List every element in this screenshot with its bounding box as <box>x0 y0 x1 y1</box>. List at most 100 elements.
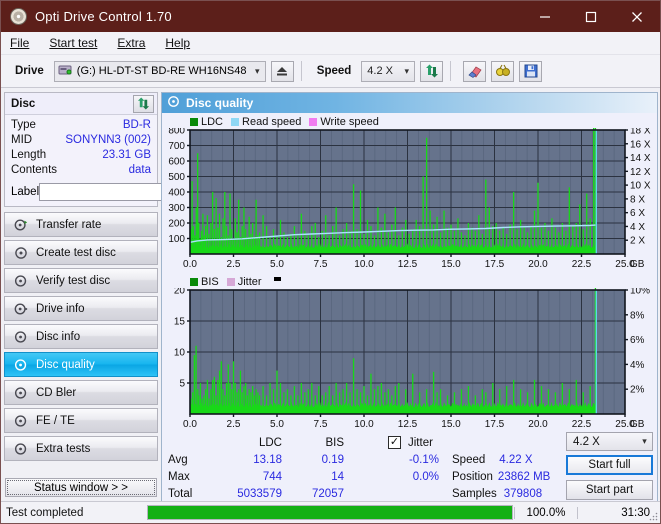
stats-col-bis: BIS <box>325 436 344 449</box>
stats-position-label: Position <box>452 470 493 483</box>
save-button[interactable] <box>519 60 543 82</box>
disc-type-label: Type <box>11 119 36 131</box>
legend-cursor-marker <box>273 276 281 281</box>
progress-fill <box>148 506 512 519</box>
sidebar-item-verify-test-disc[interactable]: Verify test disc <box>4 268 158 293</box>
chevron-down-icon[interactable]: ▾ <box>637 436 652 447</box>
sidebar-item-extra-tests[interactable]: Extra tests <box>4 436 158 461</box>
start-part-button[interactable]: Start part <box>566 480 653 500</box>
refresh-button[interactable] <box>420 60 444 82</box>
svg-text:4 X: 4 X <box>630 222 645 233</box>
menu-extra-label: Extra <box>117 36 146 50</box>
legend-item-bis: BIS <box>190 276 219 288</box>
svg-text:2.5: 2.5 <box>227 259 241 270</box>
sidebar-item-disc-info[interactable]: Disc info <box>4 324 158 349</box>
legend-label-jitter: Jitter <box>237 275 262 288</box>
menu-item-help[interactable]: Help <box>165 36 190 50</box>
legend-item-ldc: LDC <box>190 116 223 128</box>
stats-avg-bis: 0.19 <box>321 453 344 466</box>
disc-info-icon <box>11 302 31 316</box>
title-bar: Opti Drive Control 1.70 <box>1 1 660 32</box>
sidebar-item-create-test-disc[interactable]: Create test disc <box>4 240 158 265</box>
disc-contents-label: Contents <box>11 164 58 176</box>
bis-chart-legend: BIS Jitter <box>162 275 657 288</box>
disc-refresh-button[interactable] <box>133 94 154 113</box>
drive-value: (G:) HL-DT-ST BD-RE WH16NS48 1.D3 <box>76 65 250 77</box>
svg-text:15.0: 15.0 <box>441 259 461 270</box>
status-window-button[interactable]: Status window > > <box>5 478 157 497</box>
glasses-button[interactable] <box>491 60 515 82</box>
drive-select[interactable]: (G:) HL-DT-ST BD-RE WH16NS48 1.D3 ▾ <box>53 60 266 82</box>
sidebar-item-transfer-rate[interactable]: Transfer rate <box>4 212 158 237</box>
svg-text:800: 800 <box>168 128 185 137</box>
menu-file-label: File <box>10 36 30 50</box>
disc-length-label: Length <box>11 149 47 161</box>
svg-text:2%: 2% <box>630 385 645 396</box>
disc-panel-title: Disc <box>11 97 36 110</box>
svg-text:300: 300 <box>168 203 185 214</box>
start-full-button[interactable]: Start full <box>566 455 653 475</box>
nav-list: Transfer rate Create test disc Verify te… <box>4 212 158 461</box>
menu-start-test-label: Start test <box>49 36 98 50</box>
svg-text:22.5: 22.5 <box>572 259 592 270</box>
menu-item-file[interactable]: File <box>10 36 29 50</box>
test-speed-select[interactable]: 4.2 X ▾ <box>566 432 653 451</box>
disc-type-value: BD-R <box>122 119 151 131</box>
disc-info2-icon <box>11 330 31 344</box>
drive-icon <box>58 63 73 80</box>
svg-text:5.0: 5.0 <box>270 259 284 270</box>
svg-text:16 X: 16 X <box>630 139 651 150</box>
legend-item-read-speed: Read speed <box>231 116 301 128</box>
legend-swatch-ldc <box>190 117 198 126</box>
eject-button[interactable] <box>270 60 294 82</box>
svg-text:100: 100 <box>168 234 185 245</box>
svg-text:15: 15 <box>174 317 186 328</box>
menu-item-start-test[interactable]: Start test <box>49 36 97 50</box>
eraser-button[interactable] <box>463 60 487 82</box>
status-bar: Test completed 100.0% 31:30 <box>1 501 660 523</box>
disc-quality-panel: Disc quality LDC Read speed Write speed … <box>161 92 658 505</box>
svg-text:10.0: 10.0 <box>354 419 374 430</box>
maximize-button[interactable] <box>568 1 614 32</box>
legend-item-jitter: Jitter <box>226 275 262 288</box>
disc-arrow-icon <box>11 218 31 232</box>
menu-item-extra[interactable]: Extra <box>117 36 145 50</box>
sidebar-item-disc-quality[interactable]: Disc quality <box>4 352 158 377</box>
toolbar-divider-2 <box>450 61 452 81</box>
svg-text:7.5: 7.5 <box>314 419 328 430</box>
sidebar-item-fe-te[interactable]: FE / TE <box>4 408 158 433</box>
chevron-down-icon[interactable]: ▾ <box>399 66 414 77</box>
disc-quality-icon <box>11 358 31 372</box>
sidebar-label: FE / TE <box>36 414 75 427</box>
close-button[interactable] <box>614 1 660 32</box>
legend-swatch-bis <box>190 277 198 286</box>
app-window: Opti Drive Control 1.70 File Start test … <box>0 0 661 524</box>
sidebar-item-cd-bler[interactable]: CD Bler <box>4 380 158 405</box>
progress-percent: 100.0% <box>514 506 577 519</box>
svg-text:600: 600 <box>168 157 185 168</box>
stats-avg-ldc: 13.18 <box>253 453 282 466</box>
svg-text:6%: 6% <box>630 335 645 346</box>
statistics-panel: LDC BIS ✓ Jitter Avg 13.18 0.19 -0.1% Sp… <box>162 432 657 504</box>
sidebar-item-drive-info[interactable]: Drive info <box>4 296 158 321</box>
svg-text:12.5: 12.5 <box>398 419 418 430</box>
disc-properties: Type BD-R MID SONYNN3 (002) Length 23.31… <box>5 115 244 206</box>
charts-container: LDC Read speed Write speed 100 200 300 400 5… <box>162 113 657 433</box>
disc-mid-value: SONYNN3 (002) <box>65 134 151 146</box>
disc-row-type: Type BD-R <box>11 118 151 133</box>
stats-label-max: Max <box>168 470 190 483</box>
disc-bler-icon <box>11 386 31 400</box>
svg-text:12 X: 12 X <box>630 167 651 178</box>
svg-text:200: 200 <box>168 219 185 230</box>
speed-select[interactable]: 4.2 X ▾ <box>361 60 416 82</box>
minimize-button[interactable] <box>522 1 568 32</box>
stats-speed-value: 4.22 X <box>499 453 533 466</box>
jitter-checkbox[interactable]: ✓ <box>388 436 401 449</box>
resize-grip[interactable] <box>648 511 658 521</box>
svg-text:6 X: 6 X <box>630 208 645 219</box>
chevron-down-icon[interactable]: ▾ <box>250 66 265 77</box>
progress-bar <box>147 505 513 520</box>
sidebar-label: CD Bler <box>36 386 77 399</box>
svg-text:18 X: 18 X <box>630 128 651 137</box>
sidebar: Disc Type BD-R MID SONYNN3 (002) Length … <box>1 88 244 513</box>
